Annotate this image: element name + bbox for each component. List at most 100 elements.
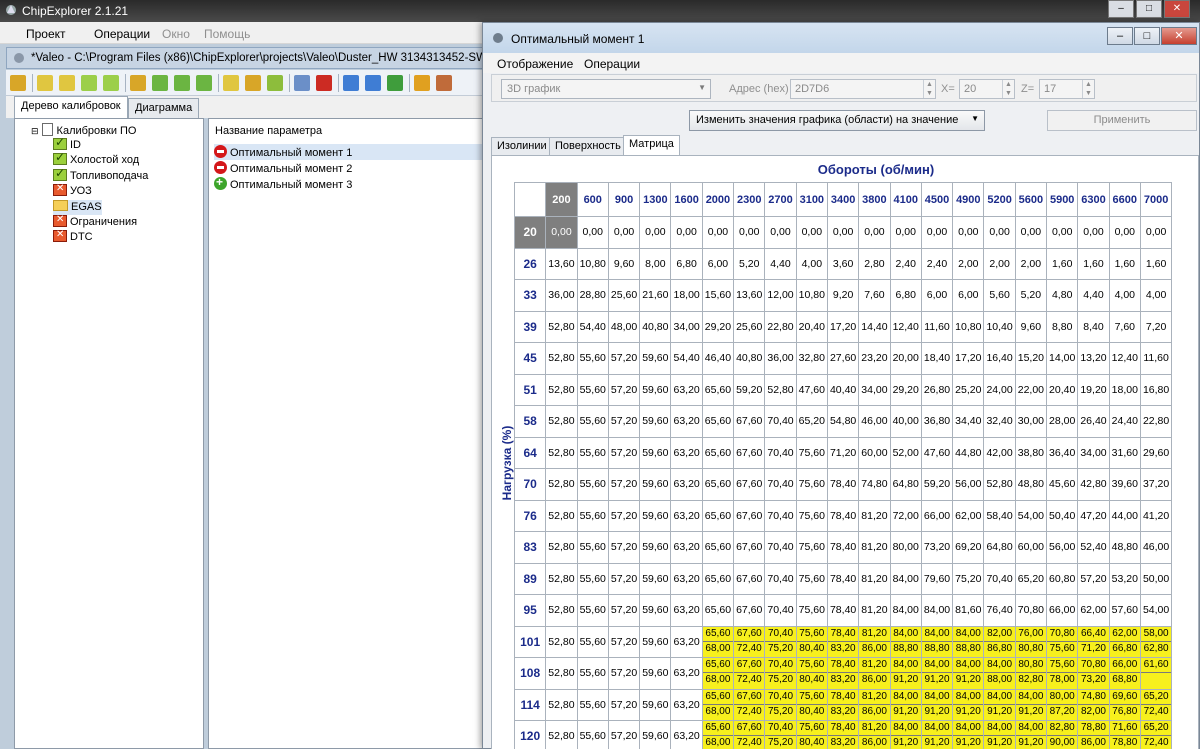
tab-calibration-tree[interactable]: Дерево калибровок: [14, 96, 128, 118]
matrix-cell-highlighted[interactable]: 69,60 76,80: [1108, 688, 1141, 721]
matrix-cell-highlighted[interactable]: 65,20 72,40: [1139, 720, 1173, 749]
matrix-cell[interactable]: 4,80: [1046, 279, 1079, 312]
add-icon[interactable]: [103, 75, 119, 91]
matrix-cell[interactable]: 70,80: [1014, 594, 1048, 627]
matrix-cell[interactable]: 84,00: [889, 594, 922, 627]
matrix-cell-highlighted[interactable]: 58,00 62,80: [1139, 625, 1173, 658]
matrix-cell[interactable]: 10,80: [576, 247, 609, 280]
matrix-cell[interactable]: 1,60: [1077, 247, 1110, 280]
matrix-cell[interactable]: 59,60: [639, 373, 672, 406]
matrix-cell[interactable]: 81,60: [952, 594, 985, 627]
matrix-cell[interactable]: 75,20: [952, 562, 985, 595]
matrix-cell-highlighted[interactable]: 70,40 75,20: [764, 625, 797, 658]
matrix-cell[interactable]: 59,60: [639, 720, 672, 749]
matrix-cell[interactable]: 23,20: [858, 342, 891, 375]
matrix-cell[interactable]: 57,20: [607, 625, 641, 658]
matrix-cell[interactable]: 81,20: [858, 562, 891, 595]
matrix-cell[interactable]: 55,60: [576, 625, 609, 658]
matrix-cell-highlighted[interactable]: 84,00 91,20: [1014, 688, 1048, 721]
column-header[interactable]: 4100: [889, 182, 922, 217]
column-header[interactable]: 5600: [1014, 182, 1048, 217]
matrix-cell[interactable]: 54,40: [576, 310, 609, 343]
row-header[interactable]: 95: [513, 594, 547, 627]
matrix-cell[interactable]: 63,20: [670, 657, 703, 690]
matrix-cell[interactable]: 70,40: [764, 499, 797, 532]
z-field[interactable]: 17 ▲ ▼: [1039, 79, 1095, 99]
matrix-cell[interactable]: 2,80: [858, 247, 891, 280]
matrix-cell[interactable]: 24,00: [983, 373, 1016, 406]
matrix-cell[interactable]: 59,60: [639, 436, 672, 469]
column-header[interactable]: 6300: [1077, 182, 1110, 217]
matrix-cell[interactable]: 22,00: [1014, 373, 1048, 406]
matrix-cell[interactable]: 19,20: [1077, 373, 1110, 406]
matrix-cell[interactable]: 65,20: [795, 405, 828, 438]
matrix-cell[interactable]: 74,80: [858, 468, 891, 501]
matrix-cell[interactable]: 57,20: [607, 342, 641, 375]
matrix-cell[interactable]: 54,00: [1014, 499, 1048, 532]
main-menu-item[interactable]: Операции: [94, 27, 150, 41]
matrix-cell[interactable]: 13,20: [1077, 342, 1110, 375]
matrix-cell[interactable]: 52,80: [545, 531, 578, 564]
matrix-cell[interactable]: 63,20: [670, 373, 703, 406]
matrix-cell[interactable]: 63,20: [670, 405, 703, 438]
matrix-cell-highlighted[interactable]: 82,80 90,00: [1046, 720, 1079, 749]
matrix-cell[interactable]: 38,80: [1014, 436, 1048, 469]
matrix-cell-highlighted[interactable]: 75,60 80,40: [795, 688, 828, 721]
matrix-cell[interactable]: 65,60: [701, 562, 735, 595]
matrix-cell[interactable]: 42,80: [1077, 468, 1110, 501]
matrix-cell-highlighted[interactable]: 70,80 73,20: [1077, 657, 1110, 690]
matrix-cell[interactable]: 46,00: [858, 405, 891, 438]
matrix-cell[interactable]: 52,80: [545, 594, 578, 627]
matrix-cell-highlighted[interactable]: 82,00 86,80: [983, 625, 1016, 658]
matrix-cell[interactable]: 62,00: [1077, 594, 1110, 627]
address-field[interactable]: 2D7D6 ▲ ▼: [790, 79, 936, 99]
matrix-cell[interactable]: 65,60: [701, 594, 735, 627]
matrix-cell[interactable]: 0,00: [983, 216, 1016, 249]
matrix-cell[interactable]: 54,80: [826, 405, 860, 438]
matrix-cell[interactable]: 0,00: [1014, 216, 1048, 249]
column-header[interactable]: 5200: [983, 182, 1016, 217]
matrix-cell-highlighted[interactable]: 78,40 83,20: [826, 657, 860, 690]
collapse-icon[interactable]: ⊟: [31, 126, 39, 136]
matrix-cell-highlighted[interactable]: 65,60 68,00: [701, 688, 735, 721]
save-icon[interactable]: [10, 75, 26, 91]
matrix-cell[interactable]: 13,60: [733, 279, 766, 312]
matrix-cell[interactable]: 73,20: [920, 531, 954, 564]
row-header[interactable]: 108: [513, 657, 547, 690]
matrix-cell[interactable]: 57,20: [607, 688, 641, 721]
matrix-cell[interactable]: 75,60: [795, 531, 828, 564]
matrix-cell[interactable]: 59,60: [639, 594, 672, 627]
matrix-cell[interactable]: 36,80: [920, 405, 954, 438]
column-header[interactable]: 6600: [1108, 182, 1141, 217]
column-header[interactable]: 2000: [701, 182, 735, 217]
matrix-cell[interactable]: 69,20: [952, 531, 985, 564]
matrix-cell-highlighted[interactable]: 80,00 87,20: [1046, 688, 1079, 721]
matrix-cell[interactable]: 0,00: [826, 216, 860, 249]
matrix-cell[interactable]: 42,00: [983, 436, 1016, 469]
matrix-cell[interactable]: 65,60: [701, 436, 735, 469]
close-icon[interactable]: ✕: [1164, 0, 1190, 18]
matrix-cell-highlighted[interactable]: 84,00 91,20: [889, 720, 922, 749]
matrix-cell[interactable]: 20,40: [1046, 373, 1079, 406]
menu-operations[interactable]: Операции: [584, 57, 640, 71]
matrix-cell[interactable]: 64,80: [983, 531, 1016, 564]
matrix-cell[interactable]: 0,00: [670, 216, 703, 249]
bin-icon[interactable]: [152, 75, 168, 91]
matrix-cell[interactable]: 75,60: [795, 562, 828, 595]
matrix-cell[interactable]: 75,60: [795, 499, 828, 532]
matrix-cell[interactable]: 17,20: [826, 310, 860, 343]
window-icon[interactable]: [365, 75, 381, 91]
matrix-cell[interactable]: 70,40: [764, 436, 797, 469]
matrix-cell[interactable]: 13,60: [545, 247, 578, 280]
matrix-cell[interactable]: 40,80: [639, 310, 672, 343]
matrix-cell[interactable]: 17,20: [952, 342, 985, 375]
matrix-cell[interactable]: 84,00: [889, 562, 922, 595]
matrix-cell[interactable]: 67,60: [733, 594, 766, 627]
matrix-cell[interactable]: 70,40: [764, 562, 797, 595]
row-header[interactable]: 33: [513, 279, 547, 312]
delete-icon[interactable]: [316, 75, 332, 91]
matrix-cell-highlighted[interactable]: 84,00 91,20: [920, 657, 954, 690]
export-icon[interactable]: [223, 75, 239, 91]
matrix-cell[interactable]: 55,60: [576, 657, 609, 690]
matrix-cell[interactable]: 34,40: [952, 405, 985, 438]
